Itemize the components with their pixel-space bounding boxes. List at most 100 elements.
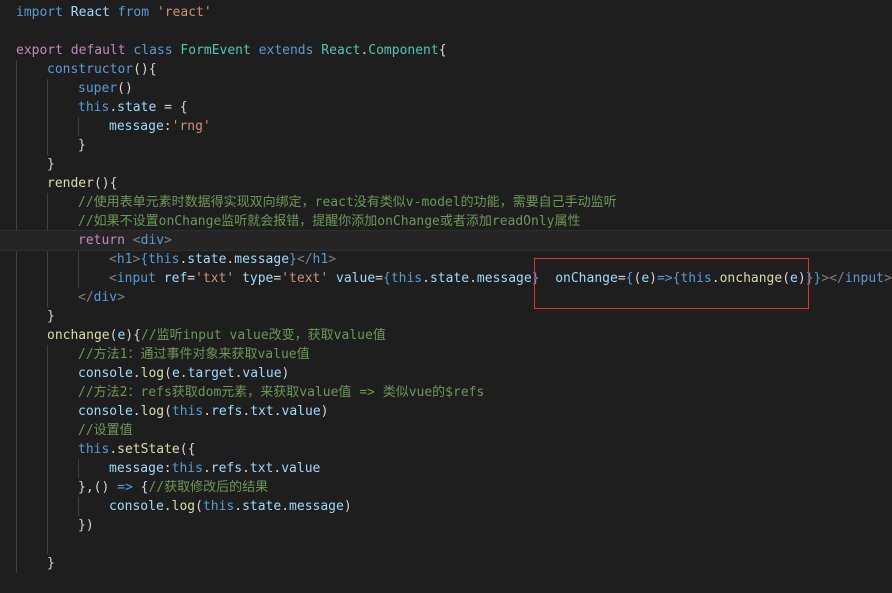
code-line[interactable]: <input ref='txt' type='text' value={this…	[0, 269, 892, 288]
code-line[interactable]: },() => {//获取修改后的结果	[0, 478, 892, 497]
code-token: }	[47, 309, 55, 324]
code-token: :	[163, 461, 172, 476]
code-line[interactable]	[0, 535, 892, 554]
code-token: .	[132, 404, 141, 419]
code-line[interactable]: export default class FormEvent extends R…	[0, 41, 892, 60]
code-token: e	[171, 366, 180, 381]
code-token: from	[117, 5, 150, 20]
code-token: (){	[93, 176, 118, 191]
code-line[interactable]: })	[0, 516, 892, 535]
code-token: React	[70, 5, 110, 20]
code-token: default	[70, 43, 126, 58]
code-line[interactable]: message:this.refs.txt.value	[0, 459, 892, 478]
code-token: this	[78, 100, 110, 115]
code-token: message	[289, 499, 344, 514]
code-token: refs	[211, 404, 243, 419]
code-line[interactable]: //使用表单元素时数据得实现双向绑定，react没有类似v-model的功能，需…	[0, 193, 892, 212]
code-line[interactable]: <h1>{this.state.message}</h1>	[0, 250, 892, 269]
code-token: export	[16, 43, 63, 58]
code-line[interactable]: super()	[0, 79, 892, 98]
code-token: import	[16, 5, 63, 20]
code-token: .	[422, 271, 430, 286]
code-token: type	[242, 271, 274, 286]
code-line[interactable]: </div>	[0, 288, 892, 307]
code-token: //如果不设置onChange监听就会报错，提醒你添加onChange或者添加r…	[78, 214, 581, 229]
code-token: (	[164, 366, 172, 381]
code-token: this	[680, 271, 712, 286]
code-line[interactable]: this.state = {	[0, 98, 892, 117]
code-line[interactable]: //如果不设置onChange监听就会报错，提醒你添加onChange或者添加r…	[0, 212, 892, 231]
code-line[interactable]: import React from 'react'	[0, 3, 892, 22]
code-line[interactable]: console.log(e.target.value)	[0, 364, 892, 383]
code-line[interactable]: }	[0, 155, 892, 174]
code-token: div	[140, 233, 165, 248]
code-line[interactable]: this.setState({	[0, 440, 892, 459]
code-token: .	[109, 442, 118, 457]
code-token: <	[109, 252, 117, 267]
code-token: }	[805, 271, 814, 286]
code-editor[interactable]: import React from 'react' export default …	[0, 0, 892, 593]
code-token: input	[116, 271, 156, 286]
code-token: this	[171, 461, 203, 476]
code-token: ref	[163, 271, 188, 286]
code-line[interactable]: return <div>	[0, 230, 892, 251]
code-token: message	[234, 252, 290, 267]
code-token: = {	[156, 100, 188, 115]
code-line[interactable]: console.log(this.refs.txt.value)	[0, 402, 892, 421]
code-token: div	[93, 290, 118, 305]
code-token: >	[164, 233, 172, 248]
code-line[interactable]: //方法2：refs获取dom元素，来获取value值 => 类似vue的$re…	[0, 383, 892, 402]
code-token: onChange	[555, 271, 618, 286]
code-line[interactable]: }	[0, 554, 892, 573]
code-line[interactable]: }	[0, 136, 892, 155]
code-line[interactable]: message:'rng'	[0, 117, 892, 136]
code-token: :	[163, 119, 172, 134]
code-token: message	[109, 461, 164, 476]
code-token: }	[78, 138, 86, 153]
code-line[interactable]: constructor(){	[0, 60, 892, 79]
code-token: FormEvent	[180, 43, 251, 58]
code-token: log	[140, 366, 165, 381]
code-token: >	[117, 290, 125, 305]
code-token: //方法2：refs获取dom元素，来获取value值 => 类似vue的$re…	[78, 385, 485, 400]
code-token: .	[469, 271, 477, 286]
code-token: </	[296, 252, 313, 267]
code-token: React	[321, 43, 361, 58]
code-token: value	[281, 461, 321, 476]
code-token: this	[202, 499, 235, 514]
code-token: constructor	[47, 62, 134, 77]
code-token: h1	[116, 252, 133, 267]
code-line[interactable]: //设置值	[0, 421, 892, 440]
code-token: this	[78, 442, 110, 457]
code-token: extends	[258, 43, 314, 58]
code-token: e	[641, 271, 650, 286]
code-token: (){	[133, 62, 157, 77]
code-line[interactable]: console.log(this.state.message)	[0, 497, 892, 516]
code-line[interactable]	[0, 22, 892, 41]
code-token: {	[382, 271, 391, 286]
code-token: ){	[125, 328, 141, 343]
code-line[interactable]: }	[0, 307, 892, 326]
code-token: this	[148, 252, 180, 267]
code-token: //使用表单元素时数据得实现双向绑定，react没有类似v-model的功能，需…	[78, 195, 617, 210]
code-token: message	[476, 271, 532, 286]
code-token: onchange	[719, 271, 783, 286]
code-token: (	[164, 404, 172, 419]
code-token: ></	[821, 271, 845, 286]
code-token: },()	[78, 480, 118, 495]
code-token: value	[281, 404, 321, 419]
code-token: target	[187, 366, 235, 381]
code-token: .	[203, 404, 212, 419]
code-line[interactable]: //方法1：通过事件对象来获取value值	[0, 345, 892, 364]
code-line[interactable]: onchange(e){//监听input value改变，获取value值	[0, 326, 892, 345]
code-token: //设置值	[78, 423, 133, 438]
code-token: .	[234, 499, 243, 514]
code-token: //方法1：通过事件对象来获取value值	[78, 347, 310, 362]
code-token: 'txt'	[195, 271, 235, 286]
code-line[interactable]: render(){	[0, 174, 892, 193]
